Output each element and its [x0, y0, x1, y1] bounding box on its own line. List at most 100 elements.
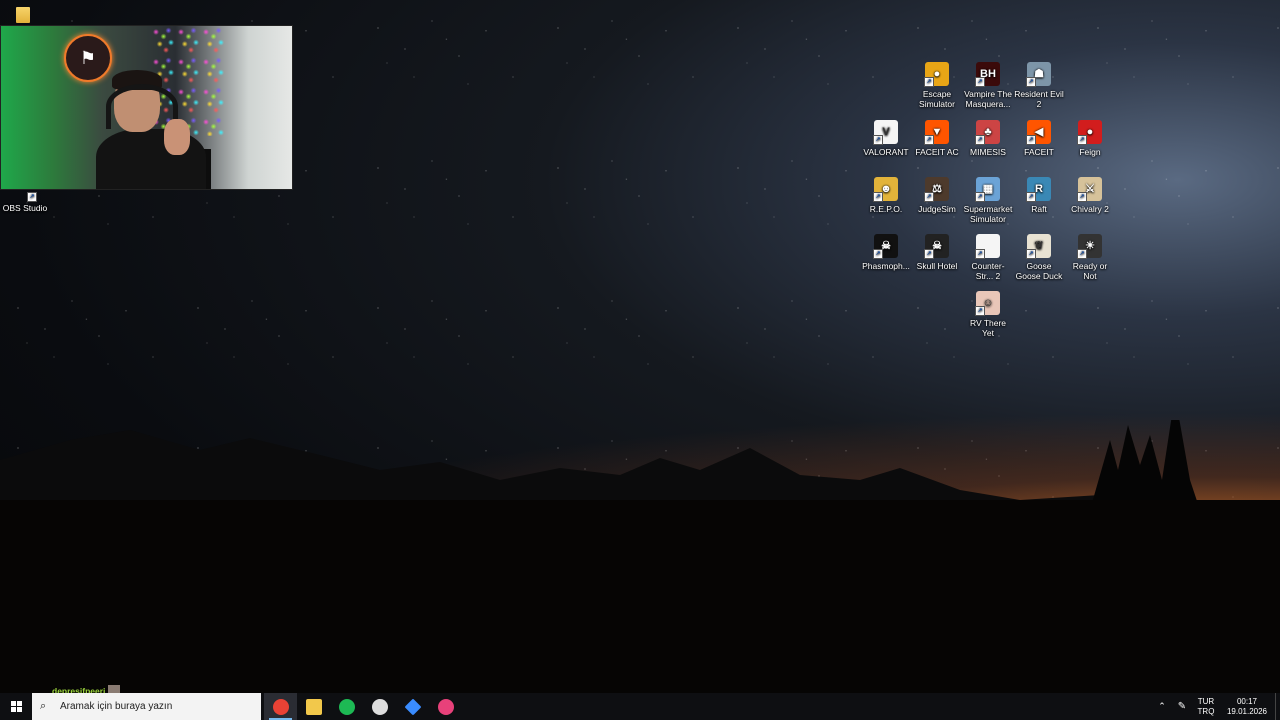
shortcut-arrow-icon: ↗: [924, 249, 934, 259]
taskbar-app-button[interactable]: [396, 693, 429, 720]
taskbar-app-button[interactable]: [330, 693, 363, 720]
search-icon: ⌕: [40, 700, 47, 712]
taskbar: ⌕ Aramak için buraya yazın ⌃ ✎ TUR TRQ 0…: [0, 693, 1280, 720]
shortcut-arrow-icon: ↗: [924, 192, 934, 202]
taskbar-app-button[interactable]: [363, 693, 396, 720]
wallpaper-ground: [0, 500, 1280, 695]
desktop-icon[interactable]: ⚖ ↗ JudgeSim: [912, 177, 962, 214]
desktop-icon[interactable]: ▦ ↗ Supermarket Simulator: [963, 177, 1013, 224]
desktop-icon[interactable]: ▼ ↗ FACEIT AC: [912, 120, 962, 157]
discord-icon: [437, 698, 454, 715]
pen-icon[interactable]: ✎: [1171, 701, 1193, 712]
shortcut-arrow-icon: ↗: [975, 135, 985, 145]
re2-icon: ☗ ↗: [1026, 62, 1051, 87]
desktop-icon-label: OBS Studio: [2, 203, 48, 213]
rv-icon: ☺ ↗: [975, 291, 1000, 316]
shortcut-arrow-icon: ↗: [1077, 249, 1087, 259]
desktop-icon[interactable]: ◀ ↗ FACEIT: [1014, 120, 1064, 157]
obs-icon: [371, 698, 388, 715]
valorant-icon: V ↗: [873, 120, 898, 145]
shortcut-arrow-icon: ↗: [975, 192, 985, 202]
system-tray: ⌃ ✎ TUR TRQ 00:17 19.01.2026: [1153, 693, 1280, 720]
shortcut-arrow-icon: ↗: [924, 135, 934, 145]
desktop-icon-label: Supermarket Simulator: [963, 204, 1013, 224]
desktop-icon-label: Vampire The Masquera...: [964, 89, 1012, 109]
lang-line2: TRQ: [1197, 706, 1215, 716]
search-placeholder: Aramak için buraya yazın: [60, 701, 173, 712]
taskbar-apps: [264, 693, 462, 720]
desktop-icon-label: VALORANT: [863, 147, 909, 157]
app-diamond-icon: [404, 698, 421, 715]
shortcut-arrow-icon: ↗: [873, 249, 883, 259]
desktop-icon[interactable]: ● ↗ Escape Simulator: [912, 62, 962, 109]
taskbar-app-button[interactable]: [297, 693, 330, 720]
clock[interactable]: 00:17 19.01.2026: [1219, 697, 1275, 717]
folder-icon[interactable]: [16, 7, 30, 23]
keyhole-icon: ● ↗: [924, 62, 949, 87]
supermarket-icon: ▦ ↗: [975, 177, 1000, 202]
desktop-icon-obs[interactable]: ↗ OBS Studio: [0, 186, 50, 213]
shortcut-arrow-icon: ↗: [1077, 135, 1087, 145]
desktop-icon[interactable]: ☻ ↗ R.E.P.O.: [861, 177, 911, 214]
shortcut-arrow-icon: ↗: [1026, 249, 1036, 259]
shortcut-arrow-icon: ↗: [924, 77, 934, 87]
show-desktop-button[interactable]: [1275, 693, 1280, 720]
desktop-icon[interactable]: R ↗ Raft: [1014, 177, 1064, 214]
faceit-ac-icon: ▼ ↗: [924, 120, 949, 145]
desktop-icon-label: Resident Evil 2: [1014, 89, 1064, 109]
judgesim-icon: ⚖ ↗: [924, 177, 949, 202]
language-indicator[interactable]: TUR TRQ: [1193, 697, 1219, 717]
faceit-icon: ◀ ↗: [1026, 120, 1051, 145]
ready-or-not-icon: ☀ ↗: [1077, 234, 1102, 259]
shortcut-arrow-icon: ↗: [873, 192, 883, 202]
webcam-overlay: ⚑: [0, 25, 293, 190]
desktop-icon[interactable]: ⚔ ↗ Chivalry 2: [1065, 177, 1115, 214]
obs-shortcut-icon: ↗: [15, 186, 37, 202]
feign-icon: ● ↗: [1077, 120, 1102, 145]
start-button[interactable]: [0, 693, 32, 720]
chrome-icon: [272, 698, 289, 715]
shortcut-arrow-icon: ↗: [975, 306, 985, 316]
desktop-icon[interactable]: ↗ Counter-Str... 2: [963, 234, 1013, 281]
bloodhunt-icon: BH ↗: [975, 62, 1000, 87]
desktop-icon-label: Raft: [1031, 204, 1047, 214]
desktop-icon-label: Escape Simulator: [919, 89, 955, 109]
desktop-icon[interactable]: ☀ ↗ Ready or Not: [1065, 234, 1115, 281]
mimesis-icon: ♣ ↗: [975, 120, 1000, 145]
shortcut-arrow-icon: ↗: [975, 77, 985, 87]
desktop-icon[interactable]: ● ↗ Feign: [1065, 120, 1115, 157]
raft-icon: R ↗: [1026, 177, 1051, 202]
desktop-icon[interactable]: ☺ ↗ RV There Yet: [963, 291, 1013, 338]
shortcut-arrow-icon: ↗: [1026, 192, 1036, 202]
desktop-icon-label: R.E.P.O.: [869, 204, 903, 214]
skull-hotel-icon: ☠ ↗: [924, 234, 949, 259]
desktop-icon[interactable]: BH ↗ Vampire The Masquera...: [963, 62, 1013, 109]
shortcut-arrow-icon: ↗: [975, 249, 985, 259]
chevron-up-icon[interactable]: ⌃: [1153, 701, 1171, 712]
streamer-hand: [164, 119, 190, 155]
desktop-icon[interactable]: ☗ ↗ Resident Evil 2: [1014, 62, 1064, 109]
search-box[interactable]: ⌕ Aramak için buraya yazın: [32, 693, 261, 720]
desktop-icon[interactable]: ♣ ↗ MIMESIS: [963, 120, 1013, 157]
shortcut-arrow-icon: ↗: [1026, 135, 1036, 145]
shortcut-arrow-icon: ↗: [873, 135, 883, 145]
desktop-icon-label: FACEIT: [1024, 147, 1054, 157]
desktop-icon[interactable]: ❦ ↗ Goose Goose Duck: [1014, 234, 1064, 281]
desktop-icon[interactable]: ☠ ↗ Phasmoph...: [861, 234, 911, 271]
desktop-icon[interactable]: V ↗ VALORANT: [861, 120, 911, 157]
desktop-icon-label: Chivalry 2: [1071, 204, 1109, 214]
desktop-icon-label: Ready or Not: [1072, 261, 1108, 281]
taskbar-app-button[interactable]: [264, 693, 297, 720]
desktop-icon-label: Skull Hotel: [916, 261, 958, 271]
desktop-icon-label: MIMESIS: [970, 147, 1006, 157]
lang-line1: TUR: [1197, 696, 1215, 706]
desktop-icon-label: Feign: [1079, 147, 1101, 157]
taskbar-app-button[interactable]: [429, 693, 462, 720]
desktop-icon-label: Phasmoph...: [862, 261, 910, 271]
desktop-icon[interactable]: ☠ ↗ Skull Hotel: [912, 234, 962, 271]
windows-logo-icon: [10, 701, 22, 712]
clock-time: 00:17: [1236, 696, 1258, 706]
desktop-icon-label: Goose Goose Duck: [1015, 261, 1063, 281]
clock-date: 19.01.2026: [1226, 706, 1268, 716]
file-explorer-icon: [305, 698, 322, 715]
